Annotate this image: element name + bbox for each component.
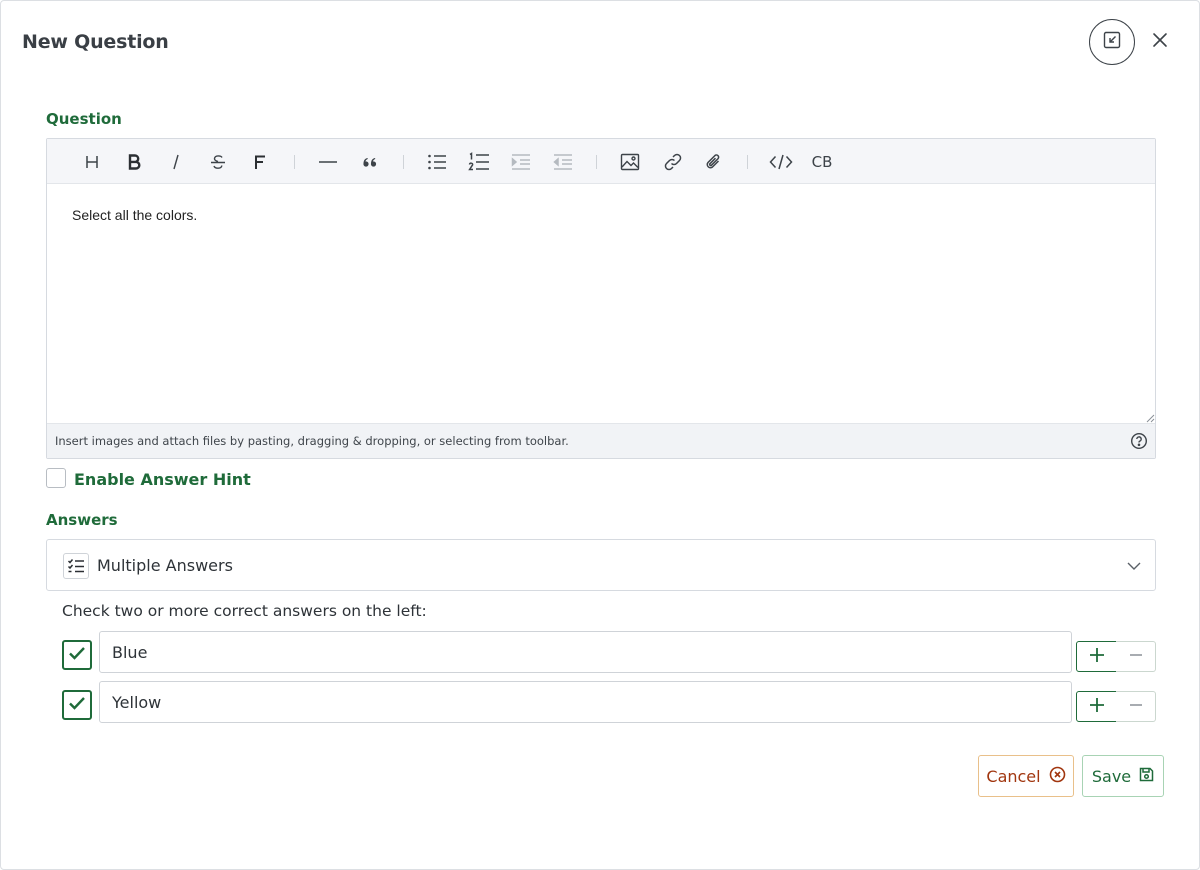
minus-icon bbox=[1128, 647, 1144, 667]
horizontal-rule-icon bbox=[318, 153, 338, 171]
enable-hint-label[interactable]: Enable Answer Hint bbox=[74, 470, 251, 489]
cancel-label: Cancel bbox=[986, 766, 1041, 786]
heading-button[interactable] bbox=[79, 149, 105, 175]
new-question-modal: New Question Question CB Select all the … bbox=[0, 0, 1200, 870]
answer-type-select[interactable]: Multiple Answers bbox=[46, 539, 1156, 591]
outdent-icon bbox=[553, 153, 573, 171]
code-icon bbox=[769, 153, 793, 171]
toolbar-divider bbox=[596, 155, 597, 169]
plus-icon bbox=[1089, 697, 1105, 717]
editor-status-text: Insert images and attach files by pastin… bbox=[55, 434, 569, 448]
question-label: Question bbox=[46, 110, 122, 128]
strikethrough-icon bbox=[209, 153, 227, 171]
numbered-list-button[interactable] bbox=[466, 149, 492, 175]
code-block-button[interactable]: CB bbox=[809, 149, 835, 175]
quote-icon bbox=[361, 153, 379, 171]
indent-button[interactable] bbox=[508, 149, 534, 175]
remove-answer-button[interactable] bbox=[1116, 641, 1156, 672]
answers-label: Answers bbox=[46, 511, 118, 529]
font-icon bbox=[251, 153, 269, 171]
check-icon bbox=[68, 645, 86, 665]
code-block-icon: CB bbox=[811, 153, 833, 171]
toolbar-divider bbox=[294, 155, 295, 169]
minus-icon bbox=[1128, 697, 1144, 717]
attachment-button[interactable] bbox=[701, 149, 727, 175]
bullet-list-icon bbox=[427, 153, 447, 171]
check-icon bbox=[68, 695, 86, 715]
indent-icon bbox=[511, 153, 531, 171]
link-icon bbox=[663, 152, 683, 172]
toolbar-divider bbox=[403, 155, 404, 169]
question-editor: CB Select all the colors. Insert images … bbox=[46, 138, 1156, 459]
minimize-icon bbox=[1103, 31, 1121, 53]
help-icon[interactable] bbox=[1130, 432, 1148, 450]
italic-icon bbox=[167, 153, 185, 171]
code-button[interactable] bbox=[768, 149, 794, 175]
save-icon bbox=[1139, 767, 1154, 786]
image-button[interactable] bbox=[617, 149, 643, 175]
add-answer-button[interactable] bbox=[1076, 641, 1117, 672]
bold-icon bbox=[125, 153, 143, 171]
link-button[interactable] bbox=[660, 149, 686, 175]
editor-statusbar: Insert images and attach files by pastin… bbox=[47, 423, 1155, 458]
checklist-icon bbox=[63, 553, 89, 579]
toolbar-divider bbox=[747, 155, 748, 169]
chevron-down-icon bbox=[1125, 557, 1143, 575]
editor-toolbar: CB bbox=[47, 139, 1155, 184]
modal-title: New Question bbox=[22, 31, 169, 53]
close-icon bbox=[1152, 32, 1168, 52]
answer-type-value: Multiple Answers bbox=[97, 556, 233, 575]
save-button[interactable]: Save bbox=[1082, 755, 1164, 797]
answer-correct-checkbox[interactable] bbox=[62, 640, 92, 670]
answers-instructions: Check two or more correct answers on the… bbox=[62, 602, 427, 620]
add-answer-button[interactable] bbox=[1076, 691, 1117, 722]
answer-input[interactable] bbox=[99, 681, 1072, 723]
numbered-list-icon bbox=[468, 152, 490, 172]
enable-hint-checkbox[interactable] bbox=[46, 468, 66, 488]
strikethrough-button[interactable] bbox=[205, 149, 231, 175]
save-label: Save bbox=[1091, 766, 1132, 786]
cancel-circle-icon bbox=[1049, 766, 1066, 787]
quote-button[interactable] bbox=[357, 149, 383, 175]
bullet-list-button[interactable] bbox=[424, 149, 450, 175]
plus-icon bbox=[1089, 647, 1105, 667]
cancel-button[interactable]: Cancel bbox=[978, 755, 1074, 797]
horizontal-rule-button[interactable] bbox=[315, 149, 341, 175]
image-icon bbox=[620, 153, 640, 171]
italic-button[interactable] bbox=[163, 149, 189, 175]
close-button[interactable] bbox=[1147, 29, 1173, 55]
outdent-button[interactable] bbox=[550, 149, 576, 175]
minimize-button[interactable] bbox=[1089, 19, 1135, 65]
answer-correct-checkbox[interactable] bbox=[62, 690, 92, 720]
heading-icon bbox=[83, 153, 101, 171]
question-content[interactable]: Select all the colors. bbox=[72, 207, 197, 223]
attachment-icon bbox=[704, 152, 724, 172]
bold-button[interactable] bbox=[121, 149, 147, 175]
remove-answer-button[interactable] bbox=[1116, 691, 1156, 722]
resize-handle-icon[interactable] bbox=[1145, 413, 1155, 423]
answer-input[interactable] bbox=[99, 631, 1072, 673]
font-button[interactable] bbox=[247, 149, 273, 175]
